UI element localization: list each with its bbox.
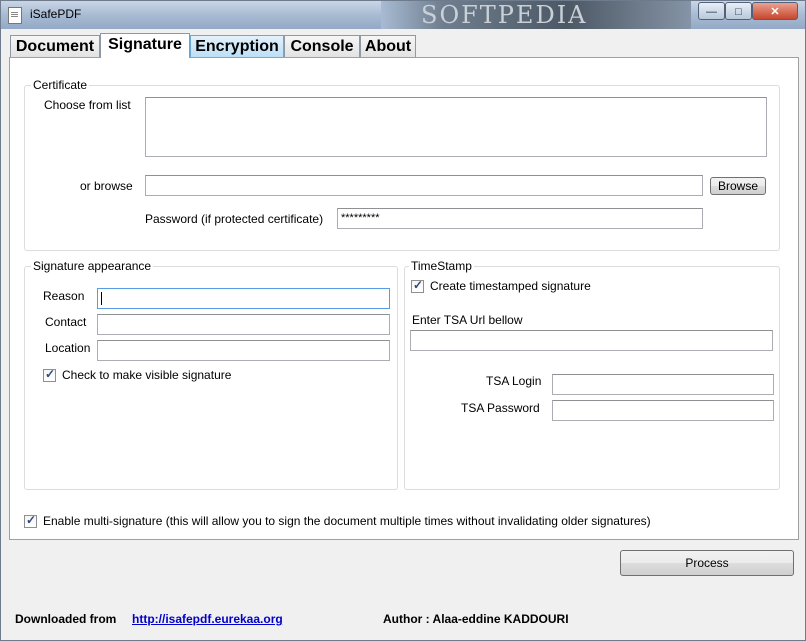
tab-about[interactable]: About	[360, 35, 416, 57]
document-icon	[8, 7, 22, 24]
tsa-password-label: TSA Password	[461, 401, 540, 415]
project-url-link[interactable]: http://isafepdf.eurekaa.org	[132, 612, 283, 626]
signature-appearance-title: Signature appearance	[31, 259, 154, 273]
browse-label: or browse	[80, 179, 133, 193]
browse-button[interactable]: Browse	[710, 177, 766, 195]
signature-appearance-group: Signature appearance Reason Contact Loca…	[24, 259, 398, 490]
timestamp-group: TimeStamp Create timestamped signature E…	[404, 259, 780, 490]
softpedia-banner: SOFTPEDIA	[381, 1, 691, 29]
multi-signature-label: Enable multi-signature (this will allow …	[43, 514, 651, 528]
timestamp-group-title: TimeStamp	[409, 259, 474, 273]
tab-document[interactable]: Document	[10, 35, 100, 57]
minimize-button[interactable]: —	[698, 2, 725, 20]
contact-field[interactable]	[97, 314, 390, 335]
tab-signature[interactable]: Signature	[100, 33, 190, 58]
certificate-password-label: Password (if protected certificate)	[145, 212, 324, 226]
multi-signature-checkbox[interactable]	[24, 513, 37, 528]
contact-label: Contact	[45, 315, 87, 329]
certificate-group: Certificate Choose from list or browse B…	[24, 78, 780, 251]
window-title: iSafePDF	[30, 7, 82, 21]
author-label: Author : Alaa-eddine KADDOURI	[383, 612, 569, 626]
timestamped-signature-checkbox[interactable]	[411, 278, 424, 293]
certificate-password-field[interactable]: *********	[337, 208, 703, 229]
tsa-url-label: Enter TSA Url bellow	[412, 313, 523, 327]
text-caret	[101, 292, 102, 305]
downloaded-from-label: Downloaded from	[15, 612, 117, 626]
signature-panel: Certificate Choose from list or browse B…	[9, 57, 799, 540]
visible-signature-checkbox[interactable]	[43, 367, 56, 382]
process-button[interactable]: Process	[620, 550, 794, 576]
certificate-list[interactable]	[145, 97, 767, 157]
timestamped-signature-label: Create timestamped signature	[430, 279, 591, 293]
tsa-login-field[interactable]	[552, 374, 774, 395]
visible-signature-label: Check to make visible signature	[62, 368, 232, 382]
maximize-button[interactable]: □	[725, 2, 752, 20]
banner-text: SOFTPEDIA	[421, 1, 588, 29]
tab-console[interactable]: Console	[284, 35, 360, 57]
certificate-path-field[interactable]	[145, 175, 703, 196]
title-bar[interactable]: SOFTPEDIA iSafePDF — □ ✕	[1, 1, 805, 29]
location-label: Location	[45, 341, 91, 355]
tsa-password-field[interactable]	[552, 400, 774, 421]
app-window: SOFTPEDIA iSafePDF — □ ✕ Document Signat…	[0, 0, 806, 641]
tab-encryption[interactable]: Encryption	[190, 35, 284, 57]
tsa-url-field[interactable]	[410, 330, 773, 351]
certificate-group-title: Certificate	[31, 78, 90, 92]
close-button[interactable]: ✕	[752, 2, 798, 20]
reason-field[interactable]	[97, 288, 390, 309]
reason-label: Reason	[43, 289, 85, 303]
choose-from-list-label: Choose from list	[44, 98, 131, 112]
tsa-login-label: TSA Login	[486, 374, 542, 388]
location-field[interactable]	[97, 340, 390, 361]
